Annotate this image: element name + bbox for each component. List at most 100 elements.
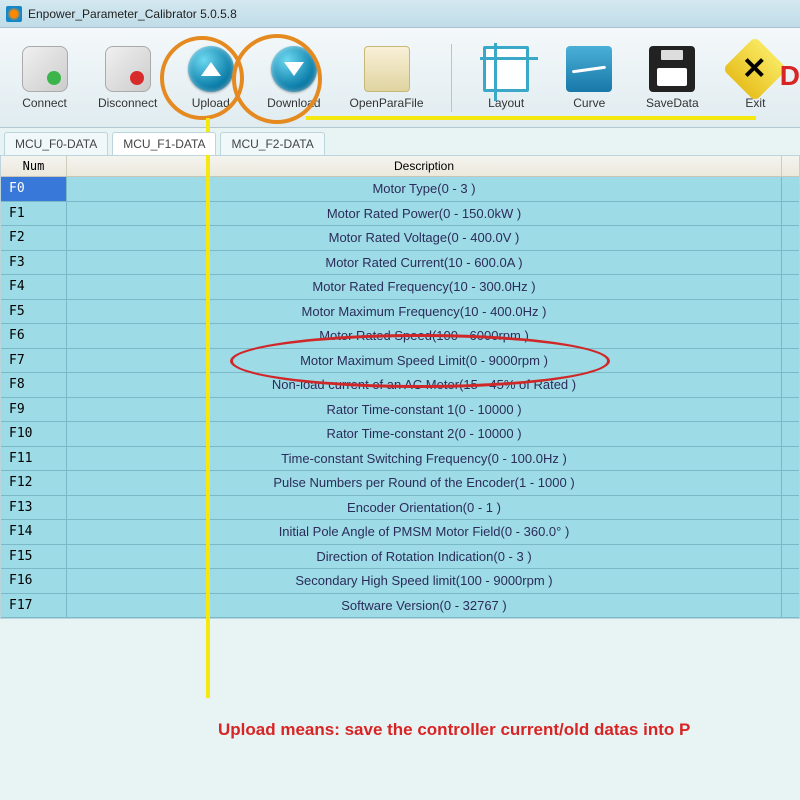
row-description: Time-constant Switching Frequency(0 - 10… <box>67 451 781 466</box>
row-num: F14 <box>1 520 67 544</box>
row-num: F13 <box>1 496 67 520</box>
row-description: Rator Time-constant 2(0 - 10000 ) <box>67 426 781 441</box>
row-end <box>781 471 799 495</box>
save-data-button[interactable]: SaveData <box>638 46 707 110</box>
row-end <box>781 569 799 593</box>
table-row[interactable]: F1Motor Rated Power(0 - 150.0kW ) <box>1 202 799 227</box>
row-end <box>781 496 799 520</box>
row-description: Encoder Orientation(0 - 1 ) <box>67 500 781 515</box>
row-num: F11 <box>1 447 67 471</box>
folder-icon <box>364 46 410 92</box>
row-end <box>781 202 799 226</box>
toolbar-separator <box>451 44 452 112</box>
upload-label: Upload <box>192 96 230 110</box>
row-description: Secondary High Speed limit(100 - 9000rpm… <box>67 573 781 588</box>
row-num: F9 <box>1 398 67 422</box>
window-title: Enpower_Parameter_Calibrator 5.0.5.8 <box>28 7 237 21</box>
table-row[interactable]: F5Motor Maximum Frequency(10 - 400.0Hz ) <box>1 300 799 325</box>
curve-label: Curve <box>573 96 605 110</box>
row-num: F8 <box>1 373 67 397</box>
row-end <box>781 226 799 250</box>
row-num: F0 <box>1 177 67 201</box>
disconnect-label: Disconnect <box>98 96 157 110</box>
row-end <box>781 300 799 324</box>
row-description: Non-load current of an AC Motor(15 - 45%… <box>67 377 781 392</box>
upload-icon <box>188 46 234 92</box>
connect-button[interactable]: Connect <box>10 46 79 110</box>
row-num: F4 <box>1 275 67 299</box>
row-description: Direction of Rotation Indication(0 - 3 ) <box>67 549 781 564</box>
table-row[interactable]: F2Motor Rated Voltage(0 - 400.0V ) <box>1 226 799 251</box>
upload-button[interactable]: Upload <box>176 46 245 110</box>
header-end <box>781 156 799 176</box>
row-end <box>781 398 799 422</box>
table-row[interactable]: F6Motor Rated Speed(100 - 6000rpm ) <box>1 324 799 349</box>
row-end <box>781 373 799 397</box>
curve-icon <box>566 46 612 92</box>
header-description: Description <box>67 156 781 176</box>
curve-button[interactable]: Curve <box>555 46 624 110</box>
table-row[interactable]: F0Motor Type(0 - 3 ) <box>1 177 799 202</box>
tab-f2-data[interactable]: MCU_F2-DATA <box>220 132 324 155</box>
table-row[interactable]: F16Secondary High Speed limit(100 - 9000… <box>1 569 799 594</box>
table-row[interactable]: F11Time-constant Switching Frequency(0 -… <box>1 447 799 472</box>
row-end <box>781 447 799 471</box>
table-row[interactable]: F15Direction of Rotation Indication(0 - … <box>1 545 799 570</box>
toolbar: Connect Disconnect Upload Download OpenP… <box>0 28 800 128</box>
tab-f0-data[interactable]: MCU_F0-DATA <box>4 132 108 155</box>
table-row[interactable]: F12Pulse Numbers per Round of the Encode… <box>1 471 799 496</box>
header-num: Num <box>1 156 67 176</box>
row-num: F6 <box>1 324 67 348</box>
layout-button[interactable]: Layout <box>472 46 541 110</box>
disconnect-button[interactable]: Disconnect <box>93 46 162 110</box>
download-button[interactable]: Download <box>259 46 328 110</box>
exit-icon: ✕ <box>723 36 788 101</box>
table-row[interactable]: F14Initial Pole Angle of PMSM Motor Fiel… <box>1 520 799 545</box>
table-row[interactable]: F13Encoder Orientation(0 - 1 ) <box>1 496 799 521</box>
row-num: F2 <box>1 226 67 250</box>
row-num: F15 <box>1 545 67 569</box>
table-row[interactable]: F8Non-load current of an AC Motor(15 - 4… <box>1 373 799 398</box>
row-description: Motor Type(0 - 3 ) <box>67 181 781 196</box>
download-label: Download <box>267 96 320 110</box>
table-row[interactable]: F3Motor Rated Current(10 - 600.0A ) <box>1 251 799 276</box>
row-end <box>781 520 799 544</box>
row-num: F5 <box>1 300 67 324</box>
row-num: F16 <box>1 569 67 593</box>
download-icon <box>271 46 317 92</box>
row-description: Motor Rated Current(10 - 600.0A ) <box>67 255 781 270</box>
row-description: Motor Rated Power(0 - 150.0kW ) <box>67 206 781 221</box>
tab-f1-data[interactable]: MCU_F1-DATA <box>112 132 216 155</box>
row-num: F10 <box>1 422 67 446</box>
table-row[interactable]: F9Rator Time-constant 1(0 - 10000 ) <box>1 398 799 423</box>
open-para-file-label: OpenParaFile <box>349 96 423 110</box>
table-row[interactable]: F17Software Version(0 - 32767 ) <box>1 594 799 619</box>
disconnect-icon <box>105 46 151 92</box>
row-end <box>781 324 799 348</box>
layout-icon <box>483 46 529 92</box>
grid-header: Num Description <box>1 156 799 177</box>
row-num: F1 <box>1 202 67 226</box>
app-icon <box>6 6 22 22</box>
connect-label: Connect <box>22 96 67 110</box>
row-description: Motor Rated Voltage(0 - 400.0V ) <box>67 230 781 245</box>
row-end <box>781 545 799 569</box>
row-end <box>781 251 799 275</box>
annotation-d-cutoff: D <box>780 60 800 92</box>
row-end <box>781 177 799 201</box>
save-icon <box>649 46 695 92</box>
row-description: Motor Rated Frequency(10 - 300.0Hz ) <box>67 279 781 294</box>
row-description: Motor Maximum Speed Limit(0 - 9000rpm ) <box>67 353 781 368</box>
tab-bar: MCU_F0-DATA MCU_F1-DATA MCU_F2-DATA <box>0 128 800 155</box>
row-description: Rator Time-constant 1(0 - 10000 ) <box>67 402 781 417</box>
row-end <box>781 275 799 299</box>
table-row[interactable]: F7Motor Maximum Speed Limit(0 - 9000rpm … <box>1 349 799 374</box>
table-row[interactable]: F10Rator Time-constant 2(0 - 10000 ) <box>1 422 799 447</box>
open-para-file-button[interactable]: OpenParaFile <box>342 46 430 110</box>
row-num: F17 <box>1 594 67 618</box>
row-description: Pulse Numbers per Round of the Encoder(1… <box>67 475 781 490</box>
parameter-grid: Num Description F0Motor Type(0 - 3 )F1Mo… <box>0 155 800 619</box>
row-num: F3 <box>1 251 67 275</box>
table-row[interactable]: F4Motor Rated Frequency(10 - 300.0Hz ) <box>1 275 799 300</box>
save-data-label: SaveData <box>646 96 699 110</box>
